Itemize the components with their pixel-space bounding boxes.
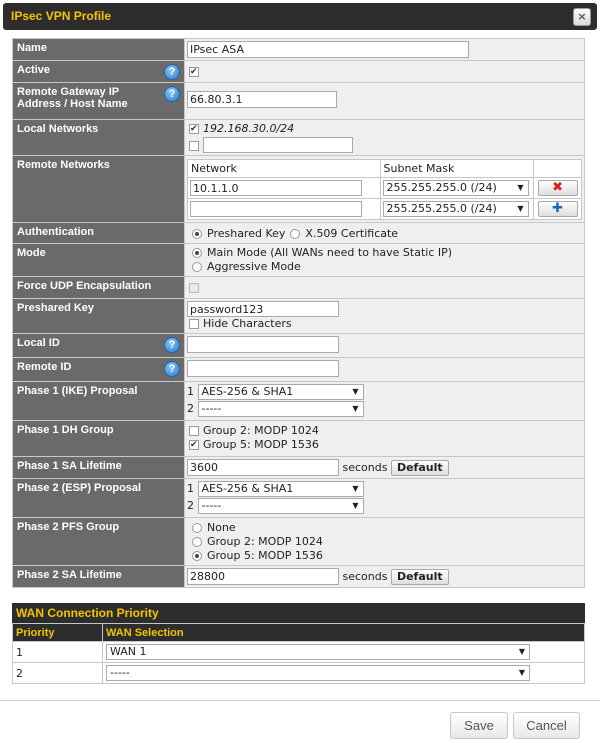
local-network-checkbox[interactable] xyxy=(189,140,199,151)
profile-form: Name Active? Remote Gateway IP Address /… xyxy=(12,38,585,588)
help-icon[interactable]: ? xyxy=(164,86,180,102)
chevron-down-icon: ▼ xyxy=(352,404,359,413)
subnet-mask-select[interactable]: 255.255.255.0 (/24) ▼ xyxy=(382,180,529,196)
local-id-label: Local ID xyxy=(17,337,60,349)
seconds-unit: seconds xyxy=(342,461,388,474)
main-mode-radio[interactable] xyxy=(192,248,202,258)
mode-label: Mode xyxy=(12,243,185,277)
subnet-mask-column-header: Subnet Mask xyxy=(379,159,535,178)
phase2-lifetime-input[interactable] xyxy=(187,568,339,585)
dialog-titlebar: IPsec VPN Profile × xyxy=(3,3,597,30)
phase1-proposal-label: Phase 1 (IKE) Proposal xyxy=(12,381,185,421)
phase2-pfs-label: Phase 2 PFS Group xyxy=(12,517,185,566)
cancel-button[interactable]: Cancel xyxy=(513,712,580,739)
dh-group5-checkbox[interactable] xyxy=(189,438,199,452)
gateway-input[interactable] xyxy=(187,91,337,108)
dialog-title: IPsec VPN Profile xyxy=(11,9,112,23)
pfs-group5-radio[interactable] xyxy=(192,551,202,561)
name-input[interactable] xyxy=(187,41,469,58)
preshared-key-option: Preshared Key xyxy=(207,227,286,240)
local-network-value: 192.168.30.0/24 xyxy=(203,122,295,135)
pfs-group2-radio[interactable] xyxy=(192,537,202,547)
help-icon[interactable]: ? xyxy=(164,337,180,353)
main-mode-option: Main Mode (All WANs need to have Static … xyxy=(207,246,453,259)
dh-group5-option: Group 5: MODP 1536 xyxy=(203,438,319,451)
x509-radio[interactable] xyxy=(290,229,301,239)
phase2-proposal-select-1[interactable]: AES-256 & SHA1 ▼ xyxy=(197,481,364,497)
priority-column-header: Priority xyxy=(12,623,103,642)
chevron-down-icon: ▼ xyxy=(517,204,524,213)
active-checkbox[interactable] xyxy=(189,65,199,79)
phase1-lifetime-input[interactable] xyxy=(187,459,339,476)
remote-network-input[interactable] xyxy=(190,180,362,196)
remote-networks-table: Network Subnet Mask 255.255.255.0 (/24)▼… xyxy=(187,159,582,220)
name-label: Name xyxy=(12,38,185,61)
local-network-input[interactable] xyxy=(203,137,353,153)
help-icon[interactable]: ? xyxy=(164,361,180,377)
x509-option: X.509 Certificate xyxy=(305,227,399,240)
local-networks-label: Local Networks xyxy=(12,119,185,156)
wan-priority-table: Priority WAN Selection 1 WAN 1 ▼ 2 ----- ▼ xyxy=(12,623,585,684)
remote-id-label: Remote ID xyxy=(17,361,72,373)
force-udp-label: Force UDP Encapsulation xyxy=(12,276,185,299)
phase2-proposal-label: Phase 2 (ESP) Proposal xyxy=(12,478,185,518)
wan-priority-section: WAN Connection Priority Priority WAN Sel… xyxy=(12,603,585,684)
chevron-down-icon: ▼ xyxy=(518,647,525,656)
default-button[interactable]: Default xyxy=(390,569,449,585)
phase1-proposal-select-1[interactable]: AES-256 & SHA1 ▼ xyxy=(197,384,364,400)
dh-group2-checkbox[interactable] xyxy=(189,426,199,436)
save-button[interactable]: Save xyxy=(450,712,508,739)
seconds-unit: seconds xyxy=(342,570,388,583)
priority-cell: 2 xyxy=(12,662,103,684)
hide-characters-checkbox[interactable] xyxy=(189,319,199,329)
chevron-down-icon: ▼ xyxy=(352,501,359,510)
chevron-down-icon: ▼ xyxy=(517,183,524,192)
active-label: Active xyxy=(17,64,51,76)
preshared-key-label: Preshared Key xyxy=(12,298,185,334)
remote-networks-label: Remote Networks xyxy=(12,155,185,223)
subnet-mask-select[interactable]: 255.255.255.0 (/24) ▼ xyxy=(382,201,529,217)
network-column-header: Network xyxy=(187,159,381,178)
aggressive-mode-radio[interactable] xyxy=(192,262,202,272)
pfs-group2-option: Group 2: MODP 1024 xyxy=(207,535,323,548)
remote-network-input[interactable] xyxy=(190,201,362,217)
chevron-down-icon: ▼ xyxy=(352,387,359,396)
default-button[interactable]: Default xyxy=(390,460,449,476)
aggressive-mode-option: Aggressive Mode xyxy=(207,260,301,273)
add-icon[interactable]: ✚ xyxy=(537,201,578,217)
hide-characters-label: Hide Characters xyxy=(203,317,292,330)
wan-selection-select[interactable]: WAN 1 ▼ xyxy=(106,644,530,660)
phase1-lifetime-label: Phase 1 SA Lifetime xyxy=(12,456,185,479)
phase1-proposal-select-2[interactable]: ----- ▼ xyxy=(197,401,364,417)
pfs-group5-option: Group 5: MODP 1536 xyxy=(207,549,323,562)
wan-selection-select[interactable]: ----- ▼ xyxy=(106,665,530,681)
gateway-label: Remote Gateway IP Address / Host Name xyxy=(17,86,128,110)
wan-priority-title: WAN Connection Priority xyxy=(12,603,585,623)
delete-icon[interactable]: ✖ xyxy=(537,180,578,196)
help-icon[interactable]: ? xyxy=(164,64,180,80)
pfs-none-radio[interactable] xyxy=(192,523,202,533)
local-network-checkbox[interactable] xyxy=(189,122,199,136)
priority-cell: 1 xyxy=(12,641,103,663)
phase2-proposal-select-2[interactable]: ----- ▼ xyxy=(197,498,364,514)
pfs-none-option: None xyxy=(207,521,236,534)
wan-selection-column-header: WAN Selection xyxy=(102,623,585,642)
authentication-label: Authentication xyxy=(12,222,185,244)
close-icon[interactable]: × xyxy=(573,8,591,26)
dialog-footer: Save Cancel xyxy=(0,700,600,743)
force-udp-checkbox[interactable] xyxy=(189,283,199,293)
preshared-key-radio[interactable] xyxy=(192,229,202,239)
remote-id-input[interactable] xyxy=(187,360,339,377)
chevron-down-icon: ▼ xyxy=(352,484,359,493)
dh-group2-option: Group 2: MODP 1024 xyxy=(203,424,319,437)
preshared-key-input[interactable] xyxy=(187,301,339,317)
phase1-dh-label: Phase 1 DH Group xyxy=(12,420,185,457)
chevron-down-icon: ▼ xyxy=(518,668,525,677)
local-id-input[interactable] xyxy=(187,336,339,353)
ipsec-vpn-profile-dialog: IPsec VPN Profile × Name Active? Remote … xyxy=(0,0,600,743)
phase2-lifetime-label: Phase 2 SA Lifetime xyxy=(12,565,185,588)
